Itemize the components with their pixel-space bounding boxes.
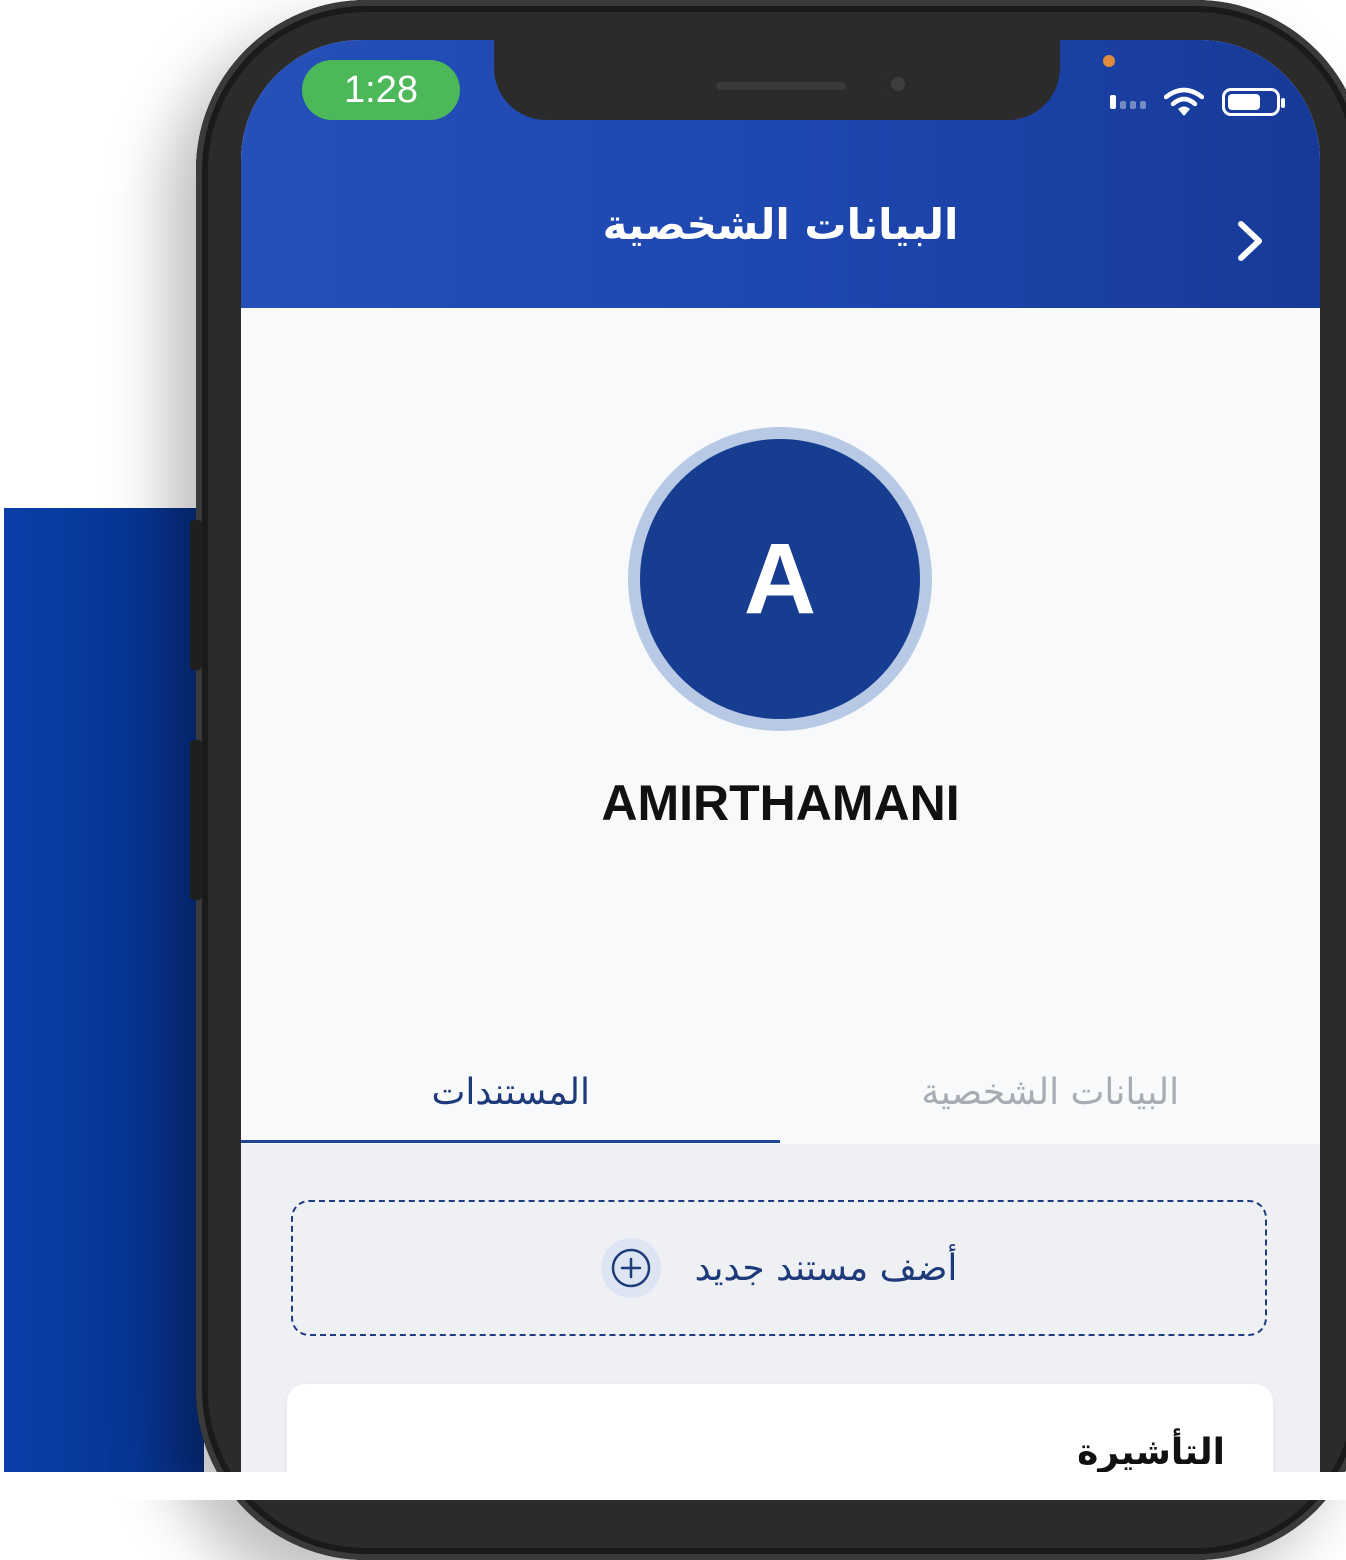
tab-documents[interactable]: المستندات: [241, 1040, 781, 1144]
wifi-icon: [1164, 87, 1204, 116]
phone-volume-up-button: [190, 520, 202, 670]
speaker-grille: [716, 82, 846, 90]
tab-personal-data[interactable]: البيانات الشخصية: [781, 1040, 1321, 1144]
document-card-title: التأشيرة: [1077, 1432, 1225, 1472]
add-document-label: أضف مستند جديد: [694, 1247, 958, 1289]
add-document-button[interactable]: أضف مستند جديد: [291, 1200, 1267, 1336]
avatar-initial: A: [640, 439, 920, 719]
documents-panel: أضف مستند جديد التأشيرة: [241, 1144, 1320, 1472]
battery-icon: [1222, 88, 1285, 116]
page-title: البيانات الشخصية: [602, 200, 959, 249]
document-card[interactable]: التأشيرة: [287, 1384, 1273, 1472]
profile-tabs: المستندات البيانات الشخصية: [241, 1040, 1320, 1144]
user-name: AMIRTHAMANI: [601, 775, 960, 831]
privacy-indicator-dot: [1103, 55, 1115, 67]
status-time: 1:28: [302, 60, 460, 120]
active-tab-indicator: [241, 1140, 780, 1143]
front-camera: [886, 72, 910, 96]
chevron-right-icon[interactable]: [1231, 218, 1271, 264]
app-screen: 1:28 البيانات الشخصية A AMIRTHAMANI المس…: [241, 40, 1320, 1472]
phone-volume-down-button: [190, 740, 202, 900]
avatar: A: [628, 427, 932, 731]
app-header: 1:28 البيانات الشخصية: [241, 40, 1320, 308]
image-bottom-edge: [0, 1472, 1346, 1500]
device-notch: [494, 40, 1060, 120]
background-blue-panel: [4, 508, 204, 1472]
status-icons: [1110, 82, 1285, 122]
plus-circle-icon: [600, 1238, 661, 1298]
cellular-signal-icon: [1110, 95, 1146, 109]
